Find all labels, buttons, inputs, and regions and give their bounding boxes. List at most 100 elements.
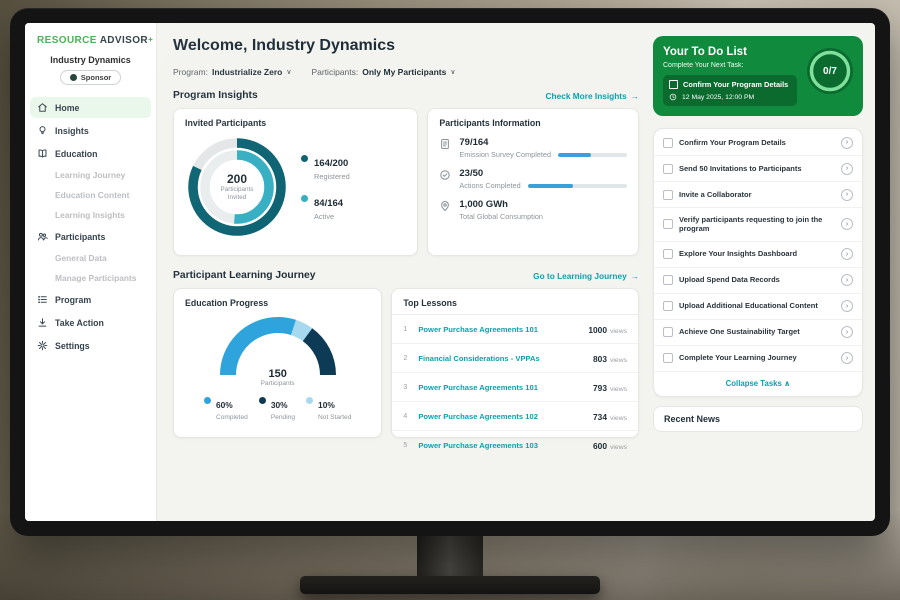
todo-task-row[interactable]: Achieve One Sustainability Target › [654, 320, 862, 346]
info-card-title: Participants Information [439, 118, 627, 128]
lesson-link[interactable]: Power Purchase Agreements 103 [418, 441, 586, 450]
participants-filter-value: Only My Participants [362, 67, 446, 77]
invited-legend: 164/200 Registered 84/164 Active [301, 153, 350, 221]
sidebar-item-education[interactable]: Education [30, 143, 151, 164]
logo-advisor: ADVISOR [100, 35, 148, 46]
chevron-right-icon[interactable]: › [841, 274, 853, 286]
program-filter-label: Program: [173, 67, 208, 77]
donut-legend-dot [301, 195, 308, 202]
collapse-tasks-link[interactable]: Collapse Tasks ∧ [654, 372, 862, 395]
chevron-right-icon[interactable]: › [841, 218, 853, 230]
legend-item-not-started: 10% Not Started [306, 395, 351, 421]
legend-item-registered: 164/200 Registered [301, 153, 350, 181]
sidebar-item-learning-journey[interactable]: Learning Journey [30, 166, 151, 184]
task-checkbox[interactable] [663, 301, 673, 311]
sidebar-item-participants[interactable]: Participants [30, 226, 151, 247]
download-icon [37, 317, 48, 328]
program-insights-header: Program Insights Check More Insights → [173, 90, 639, 101]
todo-task-row[interactable]: Send 50 Invitations to Participants › [654, 156, 862, 182]
go-to-learning-journey-link[interactable]: Go to Learning Journey → [533, 271, 639, 281]
lesson-row: 2 Financial Considerations - VPPAs 803vi… [392, 344, 638, 373]
education-gauge-chart: 150 Participants [216, 313, 340, 386]
todo-next-task[interactable]: Confirm Your Program Details 12 May 2025… [663, 75, 797, 106]
task-checkbox[interactable] [663, 327, 673, 337]
lesson-link[interactable]: Power Purchase Agreements 102 [418, 412, 586, 421]
sidebar-item-take-action[interactable]: Take Action [30, 312, 151, 333]
todo-task-row[interactable]: Upload Additional Educational Content › [654, 294, 862, 320]
lesson-link[interactable]: Power Purchase Agreements 101 [418, 325, 581, 334]
survey-icon [439, 138, 451, 150]
chevron-right-icon[interactable]: › [841, 300, 853, 312]
task-checkbox[interactable] [663, 219, 673, 229]
sidebar-item-insights[interactable]: Insights [30, 120, 151, 141]
todo-task-row[interactable]: Verify participants requesting to join t… [654, 208, 862, 242]
task-checkbox[interactable] [669, 80, 678, 89]
todo-task-row[interactable]: Invite a Collaborator › [654, 182, 862, 208]
sidebar-item-education-content[interactable]: Education Content [30, 186, 151, 204]
education-progress-card: Education Progress 150 Participants [173, 288, 382, 438]
todo-tasks-card: Confirm Your Program Details › Send 50 I… [653, 128, 863, 397]
learning-journey-cards: Education Progress 150 Participants [173, 288, 639, 438]
task-checkbox[interactable] [663, 190, 673, 200]
gauge-legend-dot [204, 397, 211, 404]
todo-task-row[interactable]: Complete Your Learning Journey › [654, 346, 862, 372]
task-checkbox[interactable] [663, 353, 673, 363]
actions-icon [439, 169, 451, 181]
chevron-right-icon[interactable]: › [841, 352, 853, 364]
sidebar-item-general-data[interactable]: General Data [30, 249, 151, 267]
learning-journey-header: Participant Learning Journey Go to Learn… [173, 270, 639, 281]
task-checkbox[interactable] [663, 164, 673, 174]
book-icon [37, 148, 48, 159]
lesson-row: 5 Power Purchase Agreements 103 600views [392, 431, 638, 459]
info-row-survey: 79/164 Emission Survey Completed [439, 137, 627, 159]
todo-task-row[interactable]: Confirm Your Program Details › [654, 130, 862, 156]
monitor-stand-neck [417, 532, 483, 582]
participants-filter-label: Participants: [311, 67, 358, 77]
arrow-right-icon: → [631, 271, 639, 281]
location-pin-icon [439, 200, 451, 212]
chevron-right-icon[interactable]: › [841, 137, 853, 149]
survey-progress-bar [558, 153, 627, 157]
gauge-center-label: Participants [216, 380, 340, 387]
education-card-title: Education Progress [185, 298, 370, 308]
program-filter[interactable]: Program: Industrialize Zero ∨ [173, 67, 291, 77]
top-lessons-card: Top Lessons 1 Power Purchase Agreements … [391, 288, 639, 438]
donut-center-value: 200 [227, 172, 247, 186]
sidebar-item-learning-insights[interactable]: Learning Insights [30, 206, 151, 224]
todo-task-row[interactable]: Upload Spend Data Records › [654, 268, 862, 294]
task-checkbox[interactable] [663, 249, 673, 259]
todo-task-row[interactable]: Explore Your Insights Dashboard › [654, 242, 862, 268]
lesson-link[interactable]: Financial Considerations - VPPAs [418, 354, 586, 363]
chevron-right-icon[interactable]: › [841, 248, 853, 260]
check-more-insights-link[interactable]: Check More Insights → [546, 91, 639, 101]
sponsor-badge[interactable]: Sponsor [60, 70, 121, 85]
chevron-up-icon: ∧ [784, 379, 790, 388]
task-checkbox[interactable] [663, 138, 673, 148]
task-checkbox[interactable] [663, 275, 673, 285]
chevron-right-icon[interactable]: › [841, 189, 853, 201]
people-icon [37, 231, 48, 242]
org-name: Industry Dynamics [25, 55, 156, 65]
sidebar-item-manage-participants[interactable]: Manage Participants [30, 269, 151, 287]
sidebar-item-home[interactable]: Home [30, 97, 151, 118]
sponsor-label: Sponsor [81, 73, 111, 82]
invited-card-title: Invited Participants [185, 118, 406, 128]
lessons-card-title: Top Lessons [392, 289, 638, 315]
invited-participants-card: Invited Participants 200 [173, 108, 418, 256]
program-insights-cards: Invited Participants 200 [173, 108, 639, 256]
program-filter-value: Industrialize Zero [212, 67, 282, 77]
sidebar-item-program[interactable]: Program [30, 289, 151, 310]
todo-summary-card: Your To Do List Complete Your Next Task:… [653, 36, 863, 116]
education-legend: 60% Completed 30% Pending [185, 395, 370, 421]
participants-filter[interactable]: Participants: Only My Participants ∨ [311, 67, 455, 77]
logo-plus: + [148, 35, 153, 44]
info-progress-fill [558, 153, 591, 157]
lesson-link[interactable]: Power Purchase Agreements 101 [418, 383, 586, 392]
filters-bar: Program: Industrialize Zero ∨ Participan… [173, 67, 639, 77]
lesson-row: 3 Power Purchase Agreements 101 793views [392, 373, 638, 402]
chevron-right-icon[interactable]: › [841, 326, 853, 338]
sponsor-icon [70, 74, 77, 81]
sidebar-item-settings[interactable]: Settings [30, 335, 151, 356]
gauge-legend-dot [306, 397, 313, 404]
chevron-right-icon[interactable]: › [841, 163, 853, 175]
